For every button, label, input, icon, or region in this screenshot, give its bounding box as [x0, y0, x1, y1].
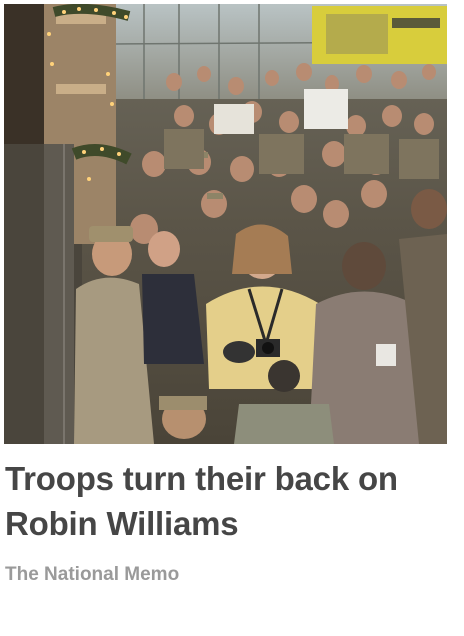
article-source: The National Memo: [5, 564, 180, 585]
article-headline[interactable]: Troops turn their back on Robin Williams: [5, 456, 455, 546]
article-thumbnail[interactable]: [4, 4, 447, 444]
article-card[interactable]: Troops turn their back on Robin Williams…: [0, 0, 464, 636]
crowd-photo-image: [4, 4, 447, 444]
